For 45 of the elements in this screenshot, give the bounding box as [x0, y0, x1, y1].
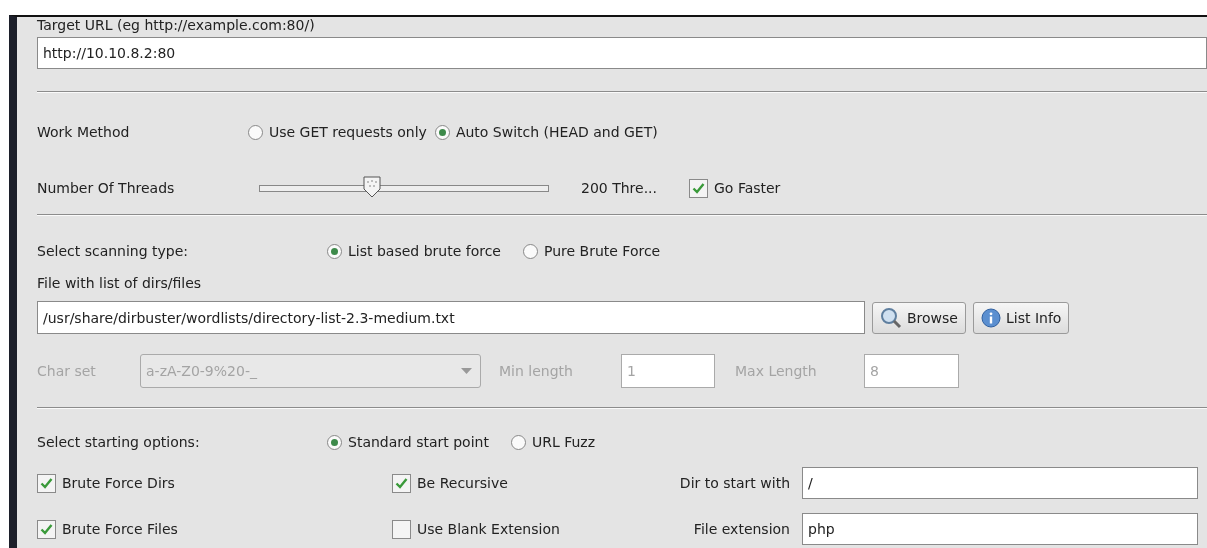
url-field[interactable]: http://10.10.8.2:80 [37, 37, 1207, 69]
radio-option[interactable]: Standard start point [327, 434, 489, 450]
text-field[interactable]: php [802, 513, 1198, 545]
field-label: Max Length [735, 363, 818, 379]
field-label: Target URL (eg http://example.com:80/) [37, 17, 316, 33]
radio-option[interactable]: Use GET requests only [248, 124, 427, 140]
radio-option[interactable]: Pure Brute Force [522, 243, 661, 259]
checkbox[interactable] [689, 178, 708, 198]
checkbox-label: Go Faster [714, 180, 781, 196]
field-label: Dir to start with [678, 475, 791, 491]
checkbox[interactable] [37, 473, 56, 493]
field-label: Work Method [37, 124, 131, 140]
slider-thumb[interactable] [363, 176, 382, 198]
radio-circle[interactable] [248, 124, 263, 140]
checkbox-label: Brute Force Dirs [62, 475, 175, 491]
browse-button[interactable]: Browse [872, 301, 966, 334]
radio-circle[interactable] [327, 243, 342, 259]
info-icon [981, 307, 1001, 328]
radio-circle[interactable] [327, 434, 342, 450]
field-label: Min length [499, 363, 574, 379]
checkbox-label: Be Recursive [417, 475, 508, 491]
radio-option[interactable]: Auto Switch (HEAD and GET) [434, 124, 658, 140]
dropdown-arrow-icon [461, 368, 472, 374]
thread-slider[interactable] [259, 176, 549, 200]
checkbox[interactable] [37, 519, 56, 539]
field-label: File with list of dirs/files [37, 275, 203, 291]
radio-circle[interactable] [434, 124, 450, 140]
field-label: Char set [37, 363, 97, 379]
checkbox[interactable] [392, 519, 411, 539]
field-label: File extension [692, 521, 791, 537]
search-icon [880, 306, 902, 329]
field-label: Select scanning type: [37, 243, 190, 259]
radio-option[interactable]: URL Fuzz [510, 434, 595, 450]
list-info-button[interactable]: List Info [973, 301, 1070, 334]
checkbox[interactable] [392, 473, 411, 493]
field-label: Number Of Threads [37, 180, 176, 196]
radio-circle[interactable] [522, 243, 538, 259]
field-label: Select starting options: [37, 434, 201, 450]
radio-circle[interactable] [510, 434, 526, 450]
wordlist-field[interactable]: /usr/share/dirbuster/wordlists/directory-list-2.3-medium.txt [37, 301, 865, 334]
checkbox-label: Use Blank Extension [417, 521, 560, 537]
text-field[interactable]: / [802, 467, 1198, 499]
checkbox-label: Brute Force Files [62, 521, 178, 537]
thread-count: 200 Thre... [581, 180, 657, 196]
radio-option[interactable]: List based brute force [327, 243, 501, 259]
